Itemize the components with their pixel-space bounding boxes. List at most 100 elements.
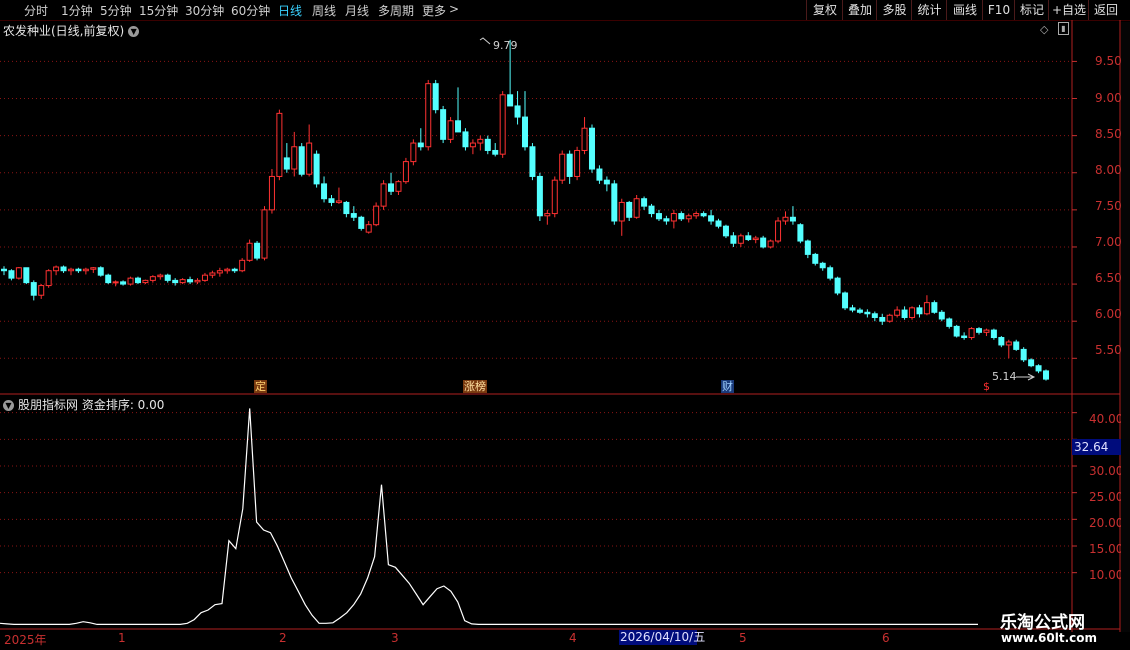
candle-body-down	[864, 311, 871, 315]
candle-body-up	[380, 183, 387, 207]
candle-body-down	[700, 213, 707, 217]
price-axis-label: 7.00	[1095, 235, 1122, 249]
candle-body-down	[455, 120, 462, 133]
candle-body-down	[23, 267, 30, 284]
cursor-date: 2026/04/10/五	[619, 630, 706, 645]
date-axis-label: 1	[118, 631, 126, 645]
candle-body-down	[842, 292, 849, 309]
candle-body-down	[901, 309, 908, 318]
candle-body-up	[618, 201, 625, 222]
candle-body-down	[440, 109, 447, 140]
candle-body-down	[931, 302, 938, 313]
event-marker-ding[interactable]: 定	[254, 380, 267, 393]
event-marker-dollar[interactable]: $	[982, 380, 991, 393]
candle-body-up	[1005, 341, 1012, 346]
candle-body-down	[961, 335, 968, 339]
candle-body-down	[105, 274, 112, 284]
date-axis-label: 4	[569, 631, 577, 645]
indicator-current-value: 32.64	[1072, 439, 1122, 455]
candle-body-up	[201, 274, 208, 281]
candle-body-down	[715, 220, 722, 227]
indicator-axis-label: 40.00	[1089, 412, 1124, 426]
candle-body-down	[641, 198, 648, 207]
candle-body-up	[923, 302, 930, 315]
date-axis-label: 2025年	[4, 633, 47, 647]
candle-body-up	[737, 235, 744, 244]
candle-body-down	[566, 153, 573, 177]
candle-body-down	[172, 279, 179, 284]
price-axis-label: 7.50	[1095, 199, 1122, 213]
candle-body-down	[388, 183, 395, 192]
indicator-title-text: 股朋指标网 资金排序: 0.00	[18, 398, 165, 412]
indicator-line	[0, 408, 978, 626]
candle-body-down	[313, 153, 320, 185]
indicator-title: ▼ 股朋指标网 资金排序: 0.00	[3, 396, 164, 413]
candle-body-up	[246, 242, 253, 261]
candle-body-down	[283, 157, 290, 170]
candle-body-up	[886, 314, 893, 322]
indicator-axis-label: 25.00	[1089, 490, 1124, 504]
candle-body-up	[477, 138, 484, 144]
high-pointer	[479, 37, 491, 45]
candle-body-down	[187, 279, 194, 283]
candle-body-down	[75, 268, 82, 272]
candle-body-down	[328, 198, 335, 203]
candle-body-up	[968, 328, 975, 339]
candle-body-down	[134, 277, 141, 284]
candle-body-down	[164, 274, 171, 281]
candle-body-up	[127, 277, 134, 285]
candle-body-down	[507, 94, 514, 107]
price-axis-label: 9.50	[1095, 54, 1122, 68]
candle-body-down	[462, 131, 469, 148]
event-marker-cai[interactable]: 财	[721, 380, 734, 393]
candle-body-up	[239, 259, 246, 272]
candle-body-down	[120, 281, 127, 285]
candle-body-down	[254, 242, 261, 259]
candle-body-up	[261, 209, 268, 259]
side-panel-edge	[1121, 22, 1130, 632]
candle-body-up	[633, 198, 640, 218]
candle-body-down	[819, 262, 826, 269]
candle-body-up	[335, 200, 342, 203]
price-axis-label: 5.50	[1095, 343, 1122, 357]
candle-body-down	[879, 316, 886, 322]
candle-body-up	[216, 270, 223, 274]
candle-body-up	[157, 274, 164, 278]
price-axis-label: 8.50	[1095, 127, 1122, 141]
candle-body-up	[112, 281, 119, 284]
candle-body-up	[752, 237, 759, 241]
candle-body-down	[804, 240, 811, 255]
price-axis-label: 8.00	[1095, 163, 1122, 177]
indicator-axis-label: 30.00	[1089, 464, 1124, 478]
candle-body-up	[574, 149, 581, 177]
candle-body-down	[529, 146, 536, 177]
candle-body-up	[268, 175, 275, 211]
date-axis-label: 2	[279, 631, 287, 645]
candle-body-up	[82, 268, 89, 272]
event-marker-zhangbang[interactable]: 涨榜	[463, 380, 487, 393]
candle-body-up	[469, 142, 476, 148]
candle-body-down	[603, 179, 610, 185]
chevron-down-icon[interactable]: ▼	[3, 400, 14, 411]
candle-body-down	[827, 267, 834, 279]
indicator-axis-label: 15.00	[1089, 542, 1124, 556]
candle-body-down	[588, 127, 595, 170]
candle-body-down	[536, 175, 543, 217]
low-price-label: 5.14	[992, 370, 1017, 383]
candle-body-down	[856, 309, 863, 313]
candle-body-up	[425, 83, 432, 148]
candle-body-up	[410, 142, 417, 163]
candle-body-down	[514, 105, 521, 118]
candle-body-up	[90, 267, 97, 270]
candle-body-down	[1013, 341, 1020, 350]
candle-body-up	[38, 285, 45, 296]
candle-body-down	[484, 138, 491, 151]
candle-body-up	[53, 266, 60, 272]
watermark-title: 乐淘公式网	[1000, 613, 1085, 633]
candle-body-down	[343, 201, 350, 215]
candle-body-up	[149, 276, 156, 281]
candle-body-up	[224, 268, 231, 272]
candle-body-down	[522, 116, 528, 148]
candle-body-up	[909, 307, 916, 318]
candle-body-up	[447, 120, 454, 140]
